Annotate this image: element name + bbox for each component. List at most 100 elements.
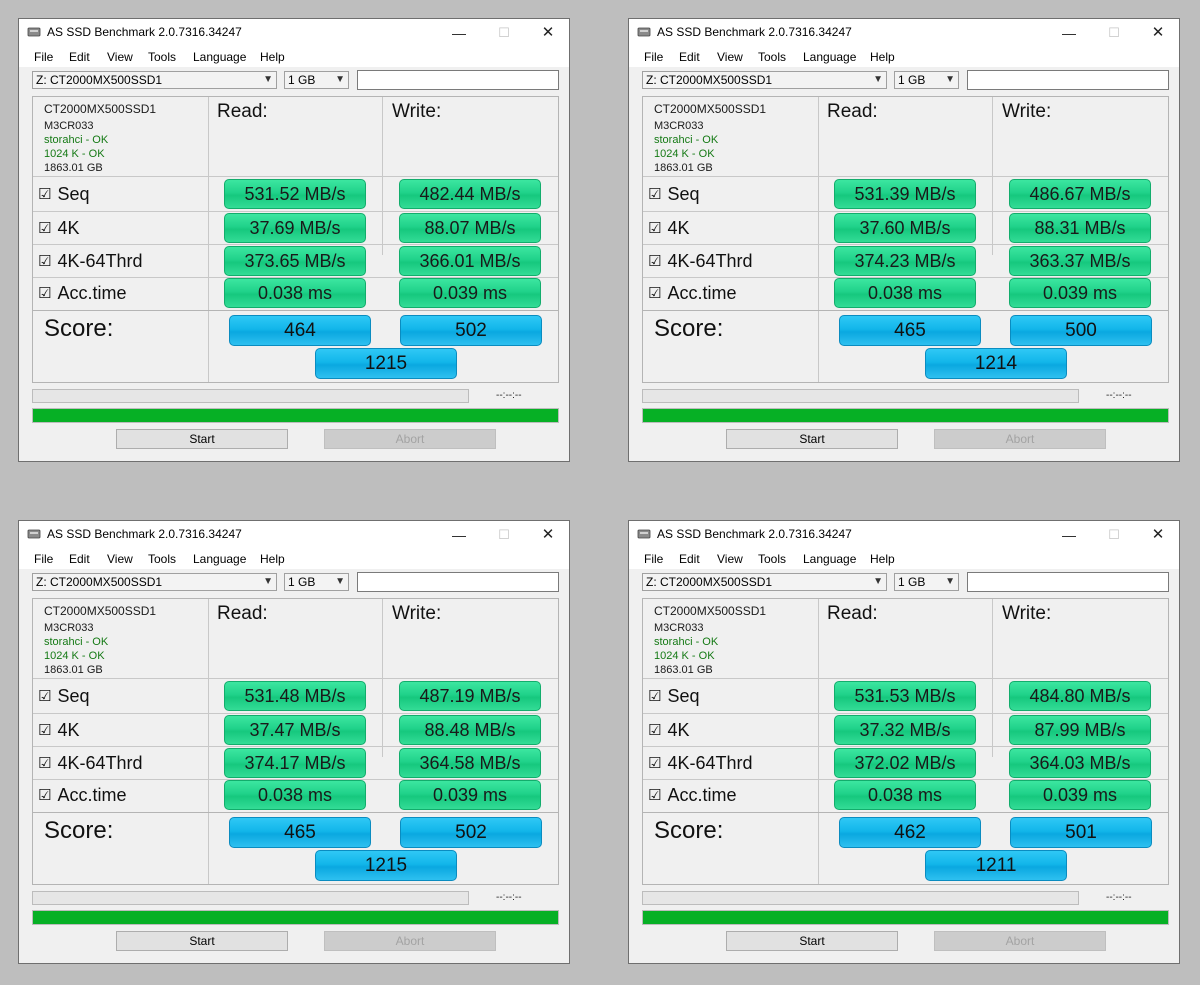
minimize-button[interactable]: —	[1047, 19, 1091, 47]
menu-edit[interactable]: Edit	[69, 50, 90, 64]
4k-row-label[interactable]: ☑ 4K	[648, 218, 689, 239]
maximize-button[interactable]: ☐	[482, 521, 526, 549]
maximize-button[interactable]: ☐	[1092, 521, 1136, 549]
start-button[interactable]: Start	[726, 931, 898, 951]
abort-button[interactable]: Abort	[324, 429, 496, 449]
status-input[interactable]	[967, 70, 1169, 90]
menu-edit[interactable]: Edit	[69, 552, 90, 566]
drive-select[interactable]: Z: CT2000MX500SSD1 ▼	[32, 71, 277, 89]
size-select[interactable]: 1 GB ▼	[284, 71, 349, 89]
menu-view[interactable]: View	[717, 552, 743, 566]
checkbox-icon[interactable]: ☑	[38, 220, 51, 237]
checkbox-icon[interactable]: ☑	[38, 688, 51, 705]
4k-row-label[interactable]: ☑ 4K	[38, 218, 79, 239]
acc-time-row-label[interactable]: ☑ Acc.time	[648, 283, 736, 304]
menu-edit[interactable]: Edit	[679, 50, 700, 64]
drive-select[interactable]: Z: CT2000MX500SSD1 ▼	[642, 573, 887, 591]
menu-file[interactable]: File	[644, 50, 663, 64]
menu-file[interactable]: File	[34, 50, 53, 64]
4k-64thrd-row-label[interactable]: ☑ 4K-64Thrd	[38, 251, 143, 272]
menu-file[interactable]: File	[644, 552, 663, 566]
close-button[interactable]: ✕	[526, 521, 570, 549]
acc-time-row-label[interactable]: ☑ Acc.time	[38, 283, 126, 304]
progress-bar-total	[32, 910, 559, 925]
checkbox-icon[interactable]: ☑	[38, 186, 51, 203]
4k-row-label[interactable]: ☑ 4K	[648, 720, 689, 741]
menu-language[interactable]: Language	[803, 552, 856, 566]
status-input[interactable]	[357, 70, 559, 90]
checkbox-icon[interactable]: ☑	[648, 722, 661, 739]
checkbox-icon[interactable]: ☑	[648, 755, 661, 772]
minimize-button[interactable]: —	[437, 521, 481, 549]
menu-help[interactable]: Help	[870, 50, 895, 64]
abort-button[interactable]: Abort	[934, 931, 1106, 951]
drive-model: CT2000MX500SSD1	[44, 604, 157, 618]
checkbox-icon[interactable]: ☑	[38, 787, 51, 804]
menu-file[interactable]: File	[34, 552, 53, 566]
driver-status: storahci - OK	[44, 636, 109, 648]
checkbox-icon[interactable]: ☑	[648, 220, 661, 237]
maximize-button[interactable]: ☐	[1092, 19, 1136, 47]
divider	[643, 713, 1168, 714]
drive-firmware: M3CR033	[654, 120, 704, 132]
menu-help[interactable]: Help	[260, 552, 285, 566]
close-button[interactable]: ✕	[526, 19, 570, 47]
checkbox-icon[interactable]: ☑	[38, 722, 51, 739]
drive-select[interactable]: Z: CT2000MX500SSD1 ▼	[642, 71, 887, 89]
start-button[interactable]: Start	[726, 429, 898, 449]
size-select[interactable]: 1 GB ▼	[894, 71, 959, 89]
checkbox-icon[interactable]: ☑	[648, 186, 661, 203]
4k-64thrd-read-result: 374.23 MB/s	[834, 246, 976, 276]
menu-view[interactable]: View	[107, 552, 133, 566]
status-input[interactable]	[357, 572, 559, 592]
acc-time-row-label[interactable]: ☑ Acc.time	[38, 785, 126, 806]
checkbox-icon[interactable]: ☑	[38, 285, 51, 302]
4k-64thrd-row-label[interactable]: ☑ 4K-64Thrd	[648, 251, 753, 272]
4k-write-result: 88.31 MB/s	[1009, 213, 1151, 243]
menu-view[interactable]: View	[717, 50, 743, 64]
checkbox-icon[interactable]: ☑	[38, 755, 51, 772]
menu-language[interactable]: Language	[803, 50, 856, 64]
menu-view[interactable]: View	[107, 50, 133, 64]
seq-write-result: 482.44 MB/s	[399, 179, 541, 209]
menu-help[interactable]: Help	[870, 552, 895, 566]
minimize-button[interactable]: —	[437, 19, 481, 47]
drive-select[interactable]: Z: CT2000MX500SSD1 ▼	[32, 573, 277, 591]
seq-row-label[interactable]: ☑ Seq	[38, 184, 89, 205]
acc-time-row-label[interactable]: ☑ Acc.time	[648, 785, 736, 806]
size-select[interactable]: 1 GB ▼	[894, 573, 959, 591]
checkbox-icon[interactable]: ☑	[648, 688, 661, 705]
elapsed-time: --:--:--	[496, 892, 522, 903]
minimize-button[interactable]: —	[1047, 521, 1091, 549]
status-input[interactable]	[967, 572, 1169, 592]
close-button[interactable]: ✕	[1136, 521, 1180, 549]
4k-row-label[interactable]: ☑ 4K	[38, 720, 79, 741]
start-button[interactable]: Start	[116, 429, 288, 449]
4k-64thrd-row-label[interactable]: ☑ 4K-64Thrd	[38, 753, 143, 774]
seq-row-label[interactable]: ☑ Seq	[38, 686, 89, 707]
seq-row-label[interactable]: ☑ Seq	[648, 686, 699, 707]
start-button[interactable]: Start	[116, 931, 288, 951]
acc-time-write-result: 0.039 ms	[1009, 278, 1151, 308]
menu-tools[interactable]: Tools	[758, 50, 786, 64]
checkbox-icon[interactable]: ☑	[648, 285, 661, 302]
menu-language[interactable]: Language	[193, 50, 246, 64]
menu-language[interactable]: Language	[193, 552, 246, 566]
size-select[interactable]: 1 GB ▼	[284, 573, 349, 591]
drive-firmware: M3CR033	[654, 622, 704, 634]
abort-button[interactable]: Abort	[324, 931, 496, 951]
seq-row-label[interactable]: ☑ Seq	[648, 184, 699, 205]
menu-help[interactable]: Help	[260, 50, 285, 64]
menu-tools[interactable]: Tools	[758, 552, 786, 566]
divider	[33, 746, 558, 747]
abort-button[interactable]: Abort	[934, 429, 1106, 449]
checkbox-icon[interactable]: ☑	[648, 787, 661, 804]
close-button[interactable]: ✕	[1136, 19, 1180, 47]
menu-tools[interactable]: Tools	[148, 50, 176, 64]
4k-64thrd-row-label[interactable]: ☑ 4K-64Thrd	[648, 753, 753, 774]
maximize-button[interactable]: ☐	[482, 19, 526, 47]
checkbox-icon[interactable]: ☑	[648, 253, 661, 270]
checkbox-icon[interactable]: ☑	[38, 253, 51, 270]
menu-tools[interactable]: Tools	[148, 552, 176, 566]
menu-edit[interactable]: Edit	[679, 552, 700, 566]
